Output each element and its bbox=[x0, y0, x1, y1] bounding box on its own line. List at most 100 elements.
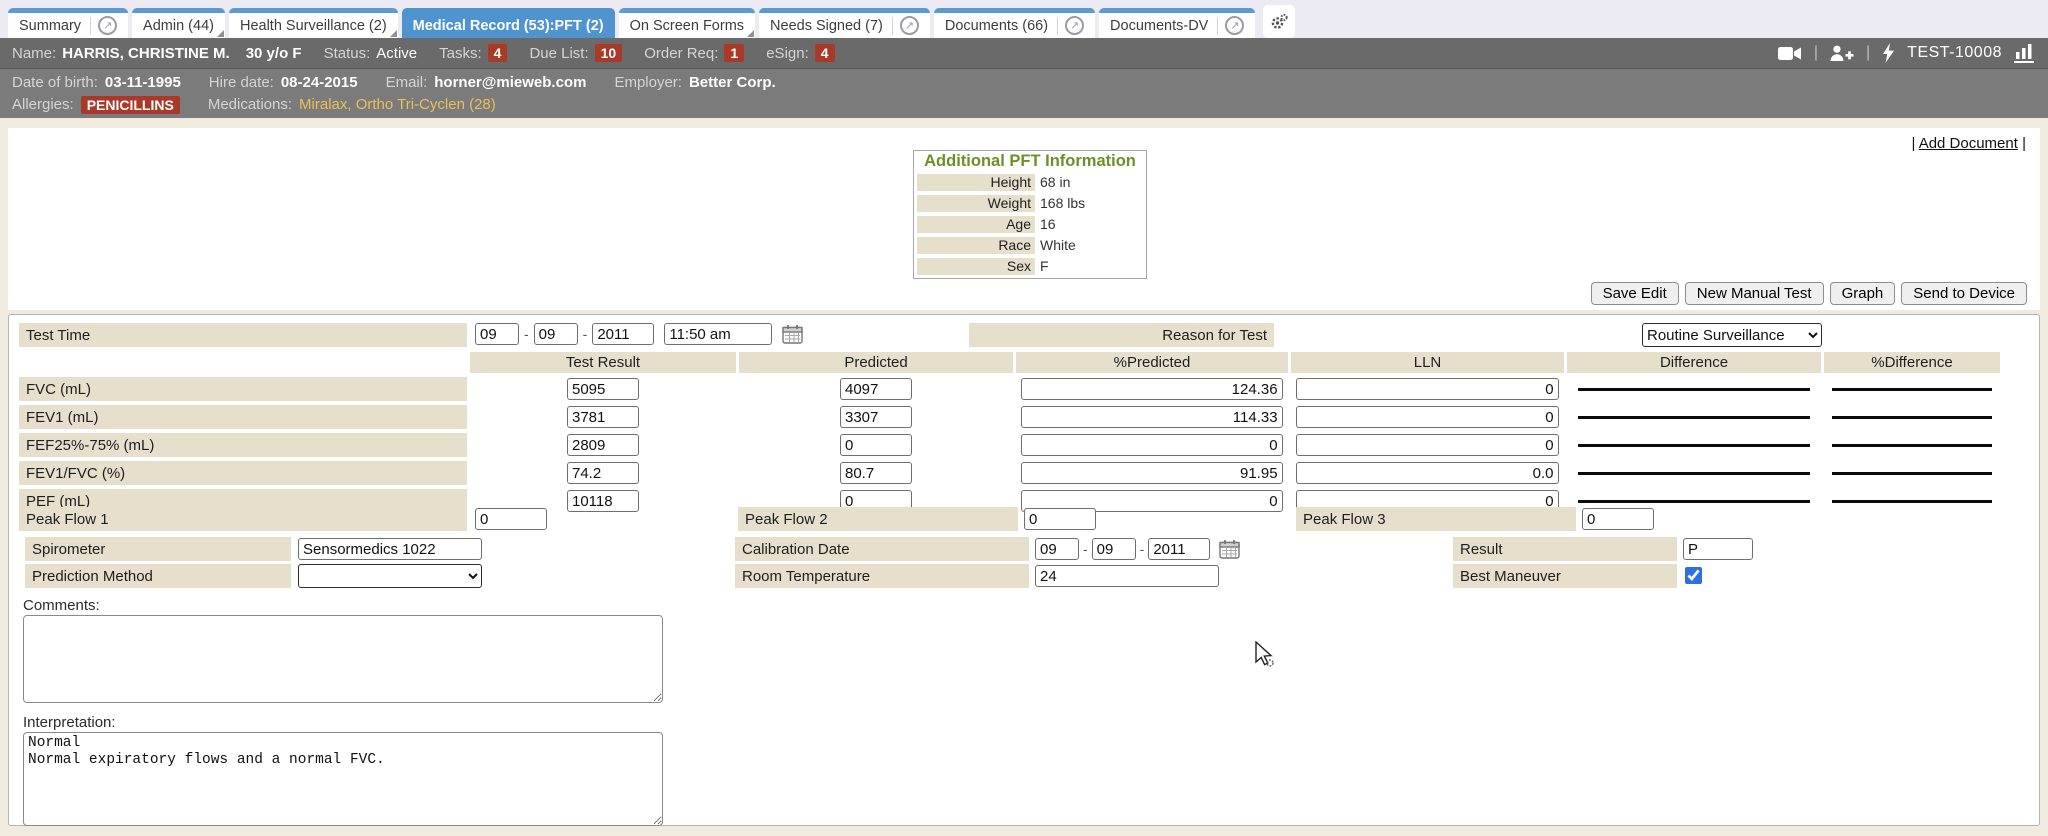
spirometer-input[interactable] bbox=[298, 538, 482, 560]
settings-button[interactable] bbox=[1263, 5, 1295, 38]
esign-label: eSign: bbox=[766, 45, 809, 62]
medications-list[interactable]: Miralax, Ortho Tri-Cyclen (28) bbox=[299, 96, 496, 113]
new-manual-test-button[interactable]: New Manual Test bbox=[1685, 282, 1824, 305]
row-label: FEV1/FVC (%) bbox=[19, 461, 467, 485]
tab-label: Summary bbox=[19, 18, 81, 34]
video-camera-icon[interactable] bbox=[1778, 46, 1802, 61]
tasks-count-badge[interactable]: 4 bbox=[488, 44, 508, 62]
lightning-bolt-icon[interactable] bbox=[1882, 43, 1895, 63]
comments-textarea[interactable] bbox=[23, 615, 663, 703]
peak-flow-3-label: Peak Flow 3 bbox=[1296, 507, 1576, 531]
fef-pct-predicted-input[interactable] bbox=[1021, 434, 1282, 456]
fef-predicted-input[interactable] bbox=[840, 434, 912, 456]
popout-icon[interactable]: ↗ bbox=[900, 16, 919, 35]
room-temperature-input[interactable] bbox=[1035, 565, 1219, 587]
graph-button[interactable]: Graph bbox=[1830, 282, 1896, 305]
pft-info-row: Race White bbox=[917, 237, 1143, 254]
allergy-badge[interactable]: PENICILLINS bbox=[81, 96, 180, 114]
tab-label: Health Surveillance (2) bbox=[240, 18, 387, 34]
fev1-pct-predicted-input[interactable] bbox=[1021, 406, 1282, 428]
test-time-input[interactable] bbox=[664, 323, 772, 345]
hire-date-value: 08-24-2015 bbox=[281, 74, 358, 91]
due-list-count-badge[interactable]: 10 bbox=[595, 44, 623, 62]
fev1-test-result-input[interactable] bbox=[567, 406, 639, 428]
tab-summary[interactable]: Summary ↗ bbox=[8, 8, 128, 38]
tab-documents-dv[interactable]: Documents-DV ↗ bbox=[1099, 8, 1255, 38]
popout-icon[interactable]: ↗ bbox=[98, 16, 117, 35]
link-divider: | bbox=[2022, 135, 2026, 152]
fev1fvc-pct-predicted-input[interactable] bbox=[1021, 462, 1282, 484]
tab-divider bbox=[1217, 17, 1218, 35]
pft-results-table: Test Result Predicted %Predicted LLN Dif… bbox=[16, 348, 2003, 517]
name-label: Name: bbox=[12, 45, 56, 62]
tab-needs-signed[interactable]: Needs Signed (7) ↗ bbox=[759, 8, 930, 38]
fev1-lln-input[interactable] bbox=[1296, 406, 1558, 428]
fvc-predicted-input[interactable] bbox=[840, 378, 912, 400]
tab-health-surveillance[interactable]: Health Surveillance (2) bbox=[229, 8, 398, 38]
peak-flow-3-input[interactable] bbox=[1582, 508, 1654, 530]
tab-documents[interactable]: Documents (66) ↗ bbox=[934, 8, 1095, 38]
height-label: Height bbox=[917, 174, 1035, 191]
peak-flow-1-input[interactable] bbox=[475, 508, 547, 530]
fvc-pct-predicted-input[interactable] bbox=[1021, 378, 1282, 400]
best-maneuver-checkbox[interactable] bbox=[1685, 567, 1702, 584]
test-day-input[interactable] bbox=[534, 323, 578, 345]
test-month-input[interactable] bbox=[475, 323, 519, 345]
tab-on-screen-forms[interactable]: On Screen Forms bbox=[619, 8, 755, 38]
calibration-year-input[interactable] bbox=[1148, 538, 1210, 560]
table-row-fev1: FEV1 (mL) bbox=[19, 405, 2000, 429]
add-document-link[interactable]: Add Document bbox=[1919, 135, 2018, 152]
tab-label: On Screen Forms bbox=[630, 18, 744, 34]
peak-flow-2-input[interactable] bbox=[1024, 508, 1096, 530]
esign-count-badge[interactable]: 4 bbox=[815, 44, 835, 62]
col-pct-difference: %Difference bbox=[1824, 352, 2000, 373]
dob-value: 03-11-1995 bbox=[105, 74, 181, 91]
patient-name: HARRIS, CHRISTINE M. bbox=[62, 45, 230, 62]
link-divider: | bbox=[1911, 135, 1915, 152]
send-to-device-button[interactable]: Send to Device bbox=[1901, 282, 2027, 305]
difference-line bbox=[1578, 500, 1809, 503]
result-input[interactable] bbox=[1683, 538, 1753, 560]
difference-line bbox=[1578, 388, 1809, 391]
add-document-container: | Add Document | bbox=[1911, 135, 2026, 152]
fvc-lln-input[interactable] bbox=[1296, 378, 1558, 400]
fev1fvc-test-result-input[interactable] bbox=[567, 462, 639, 484]
table-row-fev1-fvc: FEV1/FVC (%) bbox=[19, 461, 2000, 485]
save-edit-button[interactable]: Save Edit bbox=[1591, 282, 1679, 305]
document-panel: | Add Document | Additional PFT Informat… bbox=[8, 128, 2040, 310]
calibration-day-input[interactable] bbox=[1092, 538, 1136, 560]
additional-pft-info-box: Additional PFT Information Height 68 in … bbox=[913, 150, 1147, 279]
reason-for-test-select[interactable]: Routine Surveillance bbox=[1642, 323, 1822, 347]
calendar-icon[interactable] bbox=[1219, 539, 1240, 559]
fvc-test-result-input[interactable] bbox=[567, 378, 639, 400]
add-person-icon[interactable] bbox=[1830, 45, 1854, 62]
best-maneuver-label: Best Maneuver bbox=[1453, 564, 1677, 588]
fev1-predicted-input[interactable] bbox=[840, 406, 912, 428]
order-req-count-badge[interactable]: 1 bbox=[724, 44, 744, 62]
pef-test-result-input[interactable] bbox=[567, 490, 639, 512]
tab-admin[interactable]: Admin (44) bbox=[132, 8, 225, 38]
fev1fvc-lln-input[interactable] bbox=[1296, 462, 1558, 484]
sex-label: Sex bbox=[917, 258, 1035, 275]
prediction-method-select[interactable] bbox=[298, 564, 482, 588]
pct-difference-line bbox=[1832, 500, 1992, 503]
fef-lln-input[interactable] bbox=[1296, 434, 1558, 456]
popout-icon[interactable]: ↗ bbox=[1225, 16, 1244, 35]
age-label: Age bbox=[917, 216, 1035, 233]
interpretation-textarea[interactable]: Normal Normal expiratory flows and a nor… bbox=[23, 732, 663, 826]
test-year-input[interactable] bbox=[592, 323, 654, 345]
calendar-icon[interactable] bbox=[782, 324, 803, 344]
col-test-result: Test Result bbox=[470, 352, 736, 373]
tab-bar: Summary ↗ Admin (44) Health Surveillance… bbox=[0, 0, 2048, 38]
employer-label: Employer: bbox=[614, 74, 682, 91]
tab-medical-record[interactable]: Medical Record (53):PFT (2) bbox=[402, 8, 615, 38]
popout-icon[interactable]: ↗ bbox=[1065, 16, 1084, 35]
fev1fvc-predicted-input[interactable] bbox=[840, 462, 912, 484]
calibration-month-input[interactable] bbox=[1035, 538, 1079, 560]
date-separator: - bbox=[1140, 541, 1145, 557]
spirometer-label: Spirometer bbox=[25, 537, 291, 561]
bar-chart-icon[interactable] bbox=[2014, 43, 2036, 63]
submenu-fold-icon bbox=[747, 30, 754, 37]
fef-test-result-input[interactable] bbox=[567, 434, 639, 456]
prediction-method-label: Prediction Method bbox=[25, 564, 291, 588]
